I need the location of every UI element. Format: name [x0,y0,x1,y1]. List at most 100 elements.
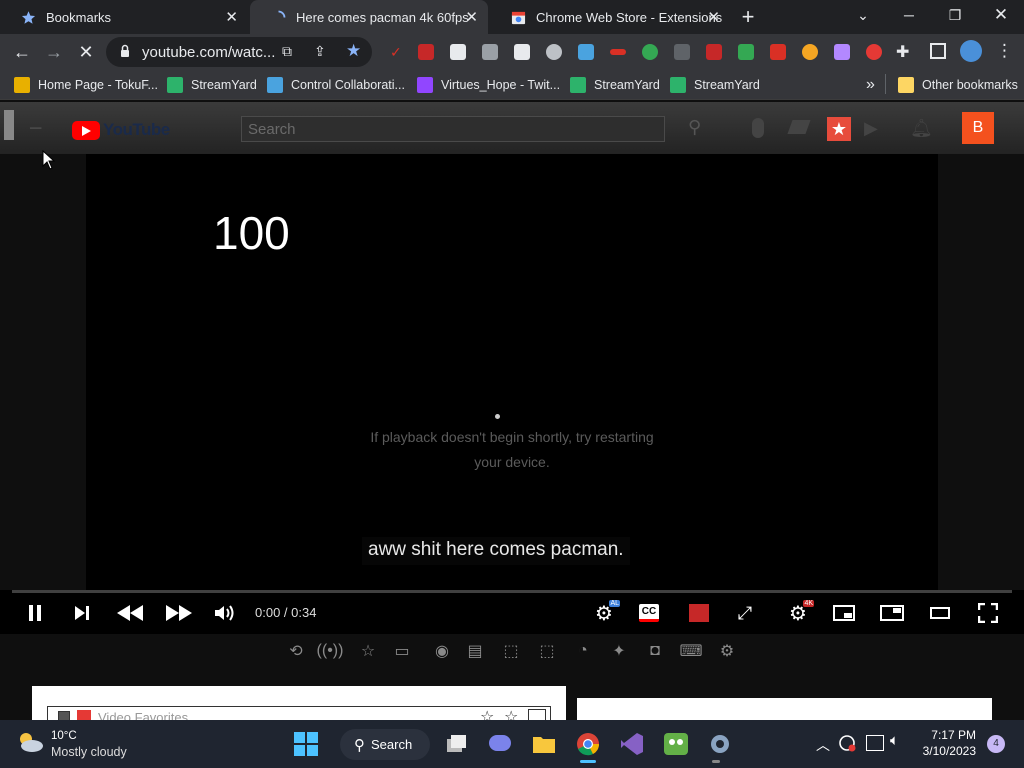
extension-link-icon[interactable] [610,49,626,55]
bookmark-item[interactable]: Home Page - TokuF... [14,76,158,94]
close-icon[interactable]: ✕ [225,8,238,26]
star-outline-icon[interactable]: ☆ [357,641,379,661]
fullscreen-button[interactable] [974,600,1002,626]
extension-rs-icon[interactable] [642,44,658,60]
broadcast-icon[interactable]: ((•)) [317,641,344,661]
stop-loading-button[interactable]: ✕ [72,38,100,66]
taskbar-clock[interactable]: 7:17 PM [930,728,976,742]
rewind-button[interactable] [114,600,146,626]
forward-button[interactable]: → [40,38,68,66]
bookmark-star-icon[interactable]: ★ [346,41,361,61]
favorites-star-icon[interactable]: ★ [827,117,851,141]
sparkle-box-icon[interactable]: ✦ [608,641,630,661]
extension-doc-icon[interactable] [450,44,466,60]
close-icon[interactable]: ✕ [707,8,720,26]
extension-pen-icon[interactable] [674,44,690,60]
annotation-toggle-button[interactable] [685,600,713,626]
game-app-icon[interactable] [662,730,690,758]
new-tab-button[interactable]: + [736,5,760,29]
extension-red-icon[interactable] [706,44,722,60]
loop-icon[interactable]: ⟲ [285,641,307,661]
tag-icon[interactable] [787,120,811,134]
close-icon[interactable]: ✕ [465,8,478,26]
search-icon[interactable]: ⚲ [688,117,701,138]
visual-studio-icon[interactable] [618,730,646,758]
notifications-bell-icon[interactable]: 🔔︎ [910,118,933,139]
keyboard-icon[interactable]: ⌨ [679,641,702,661]
bookmark-item[interactable]: StreamYard [670,76,760,94]
popout-player-button[interactable] [878,600,906,626]
bookmark-item[interactable]: Virtues_Hope - Twit... [417,76,560,94]
microphone-icon[interactable] [752,118,764,138]
theater-mode-button[interactable] [926,600,954,626]
side-panel-icon[interactable] [930,43,946,59]
speaker-volume-icon[interactable]: 🔈︎ [890,732,899,749]
window-close-button[interactable]: ✕ [978,0,1024,30]
account-avatar[interactable]: B [962,112,994,144]
profile-avatar[interactable] [960,40,982,62]
bookmark-item[interactable]: Control Collaborati... [267,76,405,94]
bookmark-item[interactable]: StreamYard [570,76,660,94]
aspect-ratio-icon[interactable]: ⬚ [500,641,522,661]
extension-game-icon[interactable] [834,44,850,60]
settings-taskbar-icon[interactable] [706,730,734,758]
notification-count-badge[interactable]: 4 [987,735,1005,753]
task-view-icon[interactable] [442,730,470,758]
taskbar-date[interactable]: 3/10/2023 [918,744,976,758]
expand-button[interactable]: ⤢ [731,600,759,626]
chrome-taskbar-icon[interactable] [574,730,602,758]
hamburger-menu-icon[interactable]: ─ [30,120,41,138]
extension-download-icon[interactable] [546,44,562,60]
ads-icon[interactable]: ▭ [391,641,413,661]
share-icon[interactable]: ⇪ [314,43,326,60]
open-in-new-icon[interactable]: ⧉ [282,43,292,60]
next-button[interactable] [68,600,96,626]
autoloop-settings-button[interactable]: ⚙ AL [588,600,620,626]
clapperboard-icon[interactable]: ▤ [464,641,486,661]
extension-id-icon[interactable] [482,44,498,60]
extension-youtube-icon[interactable] [866,44,882,60]
camera-icon[interactable]: ◘ [644,641,666,661]
screen-eye-icon[interactable]: ◉ [428,641,456,661]
tab-youtube-pacman[interactable]: Here comes pacman 4k 60fps - Y ✕ [250,0,488,34]
speed-gauge-icon[interactable]: ◔ [572,641,594,661]
extension-chat-icon[interactable] [770,44,786,60]
bookmarks-overflow-button[interactable]: » [866,76,875,94]
youtube-search-input[interactable]: Search [241,116,665,142]
settings-gear-icon[interactable]: ⚙ [716,641,738,661]
captions-button[interactable]: CC [636,600,662,626]
extension-check-icon[interactable]: ✓ [390,44,406,60]
tab-bookmarks[interactable]: Bookmarks ✕ [0,0,248,34]
extension-cbl-icon[interactable] [514,44,530,60]
menu-kebab-icon[interactable]: ⋮ [996,41,1013,61]
volume-button[interactable] [211,600,239,626]
progress-bar[interactable] [12,590,1012,593]
bookmark-item[interactable]: StreamYard [167,76,257,94]
extension-orange-icon[interactable] [802,44,818,60]
minimize-button[interactable]: ─ [886,0,932,30]
extension-blue-icon[interactable] [578,44,594,60]
extension-dollar-icon[interactable] [738,44,754,60]
back-button[interactable]: ← [8,38,36,66]
tab-chrome-web-store[interactable]: Chrome Web Store - Extensions ✕ [490,0,730,34]
extensions-puzzle-icon[interactable]: ✚ [896,42,916,62]
youtube-logo[interactable]: YouTube [72,120,170,140]
teams-chat-icon[interactable] [486,730,514,758]
tab-search-button[interactable]: ⌄ [840,0,886,30]
file-explorer-icon[interactable] [530,730,558,758]
network-icon[interactable] [866,735,884,751]
extension-record-icon[interactable] [418,44,434,60]
dotted-frame-icon[interactable]: ⬚ [536,641,558,661]
sync-icon[interactable] [838,734,856,752]
other-bookmarks-folder[interactable]: Other bookmarks [898,76,1018,94]
weather-description[interactable]: Mostly cloudy [51,745,127,759]
pause-button[interactable] [21,600,49,626]
fast-forward-button[interactable] [163,600,195,626]
restore-button[interactable]: ❐ [932,0,978,30]
windows-start-icon[interactable] [292,730,320,758]
quality-settings-button[interactable]: ⚙ 4K [782,600,814,626]
taskbar-search-button[interactable]: ⚲ Search [340,729,430,760]
weather-cloud-icon[interactable] [16,730,44,756]
weather-temp[interactable]: 10°C [51,730,77,742]
address-bar[interactable]: youtube.com/watc... ⧉ ⇪ ★ [106,37,372,67]
